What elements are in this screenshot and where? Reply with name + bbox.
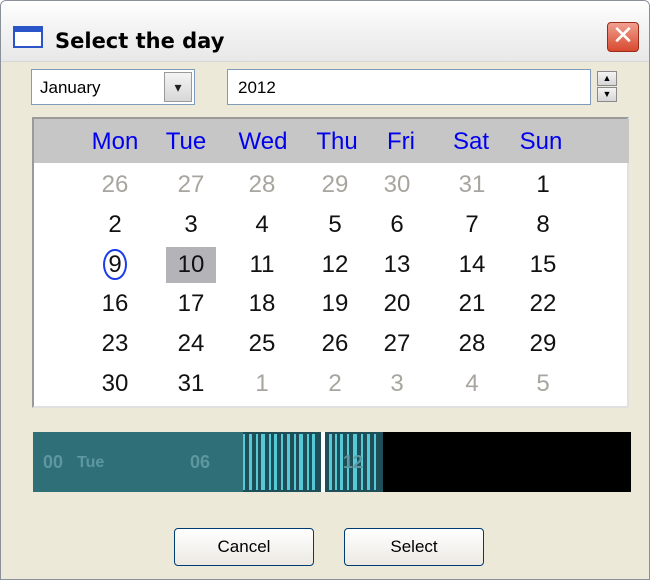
day-cell[interactable]: 23	[90, 326, 140, 362]
day-cell[interactable]: 30	[90, 366, 140, 402]
weekday-tue: Tue	[165, 128, 207, 155]
timeline-stripe	[294, 434, 296, 490]
year-up-icon[interactable]: ▲	[597, 71, 617, 86]
weekday-sat: Sat	[452, 128, 490, 155]
timeline-band-light	[33, 432, 243, 492]
day-cell[interactable]: 15	[518, 247, 568, 283]
today-day-number: 9	[103, 249, 127, 280]
timeline-stripe	[261, 434, 265, 490]
day-cell[interactable]: 25	[237, 326, 287, 362]
day-cell[interactable]: 2	[310, 366, 360, 402]
day-cell[interactable]: 1	[237, 366, 287, 402]
day-cell[interactable]: 26	[310, 326, 360, 362]
day-cell[interactable]: 31	[166, 366, 216, 402]
timeline-stripe	[256, 434, 258, 490]
day-cell[interactable]: 20	[372, 286, 422, 322]
day-cell[interactable]: 27	[166, 167, 216, 203]
timeline-label-12: 12	[343, 452, 364, 472]
timeline-stripe	[374, 434, 376, 490]
year-down-icon[interactable]: ▼	[597, 87, 617, 102]
day-cell[interactable]: 17	[166, 286, 216, 322]
calendar-grid: Mon Tue Wed Thu Fri Sat Sun 26 27 28 29 …	[32, 117, 629, 408]
timeline-stripe	[307, 434, 309, 490]
day-cell[interactable]: 22	[518, 286, 568, 322]
day-cell[interactable]: 4	[237, 207, 287, 243]
timeline-stripe	[312, 434, 315, 490]
select-button[interactable]: Select	[344, 528, 484, 566]
window-title: Select the day	[55, 29, 225, 53]
day-cell[interactable]: 6	[372, 207, 422, 243]
timeline-stripe	[274, 434, 277, 490]
year-input[interactable]: 2012	[227, 69, 591, 105]
day-cell[interactable]: 12	[310, 247, 360, 283]
title-bar: Select the day ✕	[1, 1, 649, 62]
day-cell[interactable]: 4	[447, 366, 497, 402]
weekday-wed: Wed	[238, 128, 288, 155]
weekday-sun: Sun	[519, 128, 563, 155]
timeline-stripe	[329, 434, 332, 490]
day-cell[interactable]: 11	[237, 247, 287, 283]
day-cell[interactable]: 31	[447, 167, 497, 203]
chevron-down-icon[interactable]: ▾	[164, 72, 192, 102]
weekday-fri: Fri	[387, 128, 415, 155]
day-cell[interactable]: 28	[237, 167, 287, 203]
month-select[interactable]: January ▾	[31, 69, 195, 105]
timeline-marker[interactable]	[321, 432, 325, 492]
window-icon	[13, 26, 43, 48]
today-day-cell[interactable]: 9	[90, 247, 140, 283]
select-day-dialog: Select the day ✕ January ▾ 2012 ▲ ▼ Mon …	[0, 0, 650, 580]
year-spinner[interactable]: ▲ ▼	[597, 71, 617, 103]
day-cell[interactable]: 29	[310, 167, 360, 203]
day-cell[interactable]: 28	[447, 326, 497, 362]
day-cell[interactable]: 21	[447, 286, 497, 322]
day-cell[interactable]: 14	[447, 247, 497, 283]
timeline-stripe	[335, 434, 337, 490]
day-cell[interactable]: 18	[237, 286, 287, 322]
year-value: 2012	[238, 78, 276, 97]
day-cell[interactable]: 26	[90, 167, 140, 203]
day-cell[interactable]: 3	[372, 366, 422, 402]
day-cell[interactable]: 19	[310, 286, 360, 322]
close-button[interactable]: ✕	[607, 22, 639, 52]
day-cell[interactable]: 24	[166, 326, 216, 362]
day-cell[interactable]: 27	[372, 326, 422, 362]
selected-day-cell[interactable]: 10	[166, 247, 216, 283]
timeline-label-06: 06	[190, 452, 211, 472]
day-cell[interactable]: 13	[372, 247, 422, 283]
day-cell[interactable]: 1	[518, 167, 568, 203]
day-cell[interactable]: 8	[518, 207, 568, 243]
day-timeline[interactable]: 00 Tue 06 12	[33, 432, 631, 492]
day-cell[interactable]: 2	[90, 207, 140, 243]
timeline-stripe	[299, 434, 303, 490]
timeline-stripe	[367, 434, 370, 490]
month-value: January	[40, 78, 101, 97]
timeline-stripe	[287, 434, 290, 490]
day-cell[interactable]: 5	[310, 207, 360, 243]
day-cell[interactable]: 30	[372, 167, 422, 203]
day-cell[interactable]: 16	[90, 286, 140, 322]
weekday-mon: Mon	[91, 128, 139, 155]
timeline-stripe	[281, 434, 283, 490]
timeline-label-day: Tue	[77, 454, 105, 471]
weekday-header: Mon Tue Wed Thu Fri Sat Sun	[34, 119, 629, 163]
timeline-label-00: 00	[43, 452, 64, 472]
weekday-thu: Thu	[316, 128, 358, 155]
day-cell[interactable]: 3	[166, 207, 216, 243]
timeline-stripe	[269, 434, 271, 490]
timeline-stripe	[243, 434, 245, 490]
day-cell[interactable]: 29	[518, 326, 568, 362]
day-cell[interactable]: 5	[518, 366, 568, 402]
cancel-button[interactable]: Cancel	[174, 528, 314, 566]
timeline-stripe	[249, 434, 252, 490]
day-cell[interactable]: 7	[447, 207, 497, 243]
